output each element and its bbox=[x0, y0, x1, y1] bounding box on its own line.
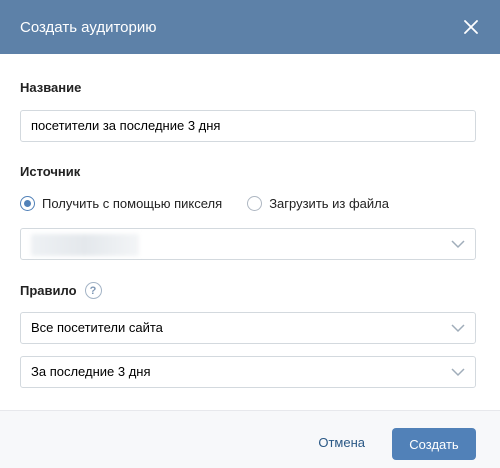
pixel-name-redacted bbox=[31, 234, 139, 256]
cancel-button[interactable]: Отмена bbox=[318, 428, 365, 458]
period-select[interactable]: За последние 3 дня bbox=[20, 356, 476, 388]
create-button[interactable]: Создать bbox=[392, 428, 476, 460]
radio-checked-icon bbox=[20, 196, 35, 211]
radio-pixel[interactable]: Получить с помощью пикселя bbox=[20, 196, 222, 211]
radio-file-label: Загрузить из файла bbox=[269, 196, 389, 211]
close-button[interactable] bbox=[459, 15, 483, 39]
close-icon bbox=[464, 20, 478, 34]
source-label: Источник bbox=[20, 164, 81, 179]
dialog-footer: Отмена Создать bbox=[0, 410, 500, 468]
pixel-select[interactable] bbox=[20, 228, 476, 260]
name-input[interactable]: посетители за последние 3 дня bbox=[20, 110, 476, 142]
chevron-down-icon bbox=[451, 240, 465, 249]
visitors-select[interactable]: Все посетители сайта bbox=[20, 312, 476, 344]
chevron-down-icon bbox=[451, 324, 465, 333]
chevron-down-icon bbox=[451, 368, 465, 377]
radio-pixel-label: Получить с помощью пикселя bbox=[42, 196, 223, 211]
radio-unchecked-icon bbox=[247, 196, 263, 211]
period-select-value: За последние 3 дня bbox=[31, 364, 151, 379]
dialog-title: Создать аудиторию bbox=[20, 18, 157, 36]
source-radio-group: Получить с помощью пикселя Загрузить из … bbox=[20, 196, 389, 211]
name-label: Название bbox=[20, 80, 82, 95]
rule-label-row: Правило ? bbox=[20, 282, 102, 299]
rule-label: Правило bbox=[20, 283, 77, 298]
create-audience-dialog: Создать аудиторию Название посетители за… bbox=[0, 0, 500, 468]
dialog-header: Создать аудиторию bbox=[0, 0, 500, 54]
help-icon[interactable]: ? bbox=[84, 282, 102, 299]
visitors-select-value: Все посетители сайта bbox=[31, 320, 163, 335]
radio-file[interactable]: Загрузить из файла bbox=[247, 196, 389, 211]
